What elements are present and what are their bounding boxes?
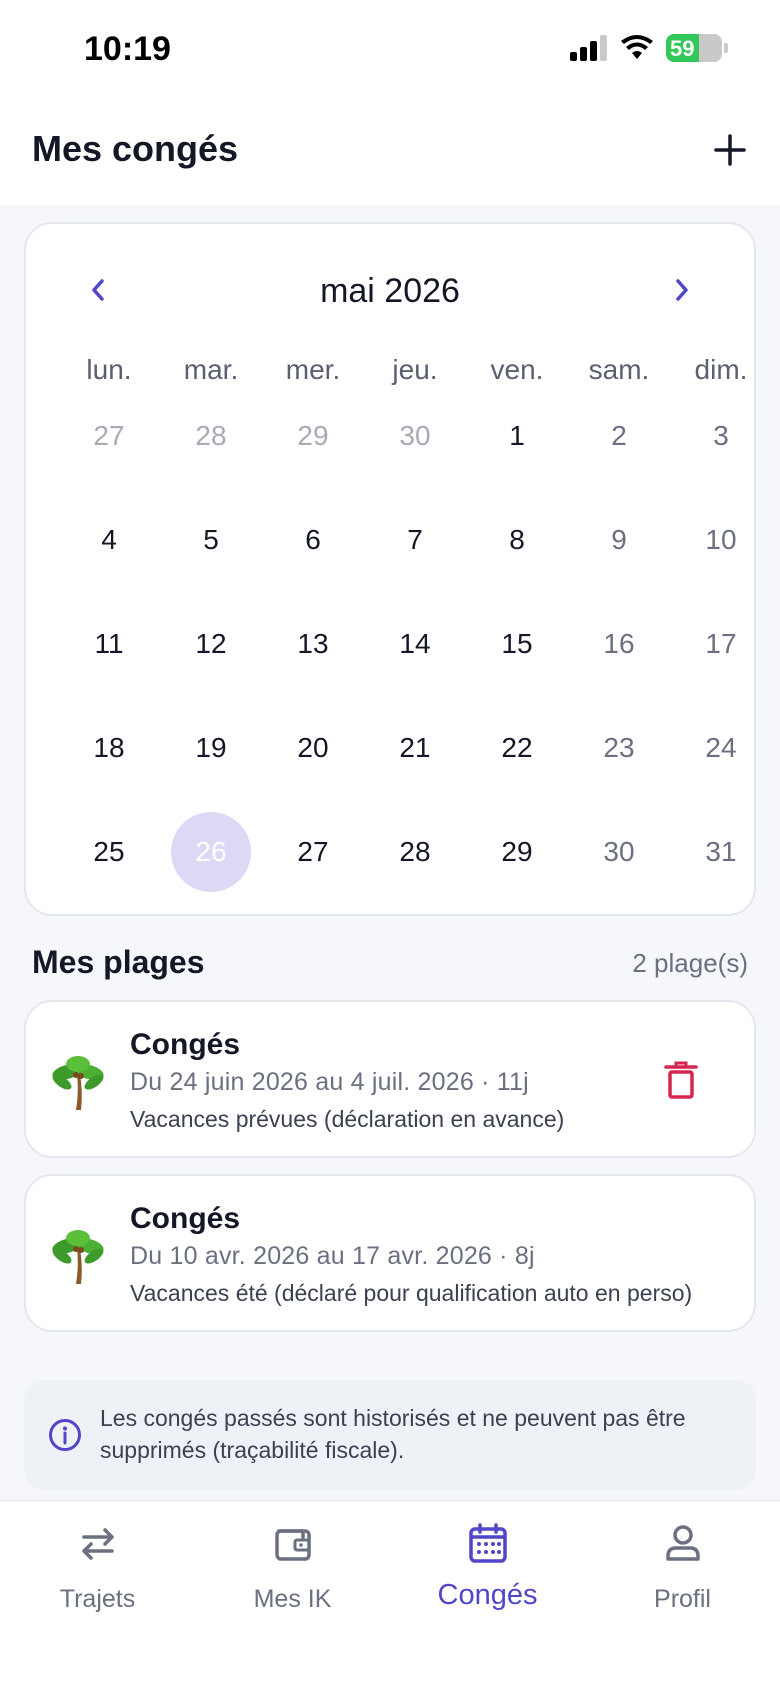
calendar-day[interactable]: 7: [375, 500, 455, 580]
leave-title: Congés: [130, 1028, 241, 1061]
leave-card[interactable]: Congés Du 24 juin 2026 au 4 juil. 2026 ·…: [24, 1000, 756, 1158]
leave-card[interactable]: Congés Du 10 avr. 2026 au 17 avr. 2026 ·…: [24, 1174, 756, 1332]
weekday-label: dim.: [694, 354, 748, 385]
weekday-label: jeu.: [392, 354, 438, 385]
calendar-day[interactable]: 30: [375, 396, 455, 476]
calendar-day[interactable]: 27: [273, 812, 353, 892]
calendar-day[interactable]: 31: [681, 812, 761, 892]
calendar-day[interactable]: 27: [69, 396, 149, 476]
calendar-day[interactable]: 19: [171, 708, 251, 788]
calendar-day[interactable]: 30: [579, 812, 659, 892]
calendar-day[interactable]: 1: [477, 396, 557, 476]
tab-mes-ik[interactable]: Mes IK: [195, 1521, 390, 1621]
tab-bar: Trajets Mes IK Congés Profil: [0, 1500, 780, 1688]
calendar-day[interactable]: 16: [579, 604, 659, 684]
page-title: Mes congés: [32, 128, 239, 169]
ranges-count: 2 plage(s): [632, 948, 748, 978]
calendar-day[interactable]: 18: [69, 708, 149, 788]
calendar-day[interactable]: 4: [69, 500, 149, 580]
battery-indicator: 59: [666, 34, 722, 62]
user-icon: [665, 1525, 700, 1561]
palm-tree-icon: [52, 1230, 104, 1284]
tab-label: Trajets: [59, 1585, 136, 1613]
calendar-day[interactable]: 22: [477, 708, 557, 788]
weekday-label: ven.: [490, 354, 544, 385]
calendar-day[interactable]: 3: [681, 396, 761, 476]
swap-arrows-icon: [81, 1528, 114, 1560]
calendar-day[interactable]: 29: [477, 812, 557, 892]
calendar-day[interactable]: 28: [171, 396, 251, 476]
calendar-day[interactable]: 6: [273, 500, 353, 580]
calendar-day[interactable]: 2: [579, 396, 659, 476]
calendar-day[interactable]: 5: [171, 500, 251, 580]
calendar-day[interactable]: 13: [273, 604, 353, 684]
tab-trajets[interactable]: Trajets: [0, 1521, 195, 1621]
tab-conges[interactable]: Congés: [390, 1521, 585, 1621]
tab-label: Profil: [654, 1585, 711, 1613]
info-banner: Les congés passés sont historisés et ne …: [24, 1380, 756, 1490]
signal-icon: [570, 35, 607, 61]
tab-label: Congés: [437, 1579, 538, 1611]
ranges-title: Mes plages: [32, 944, 205, 980]
calendar-day[interactable]: 26: [171, 812, 251, 892]
page-header: Mes congés: [0, 100, 780, 205]
calendar-day[interactable]: 24: [681, 708, 761, 788]
weekday-label: sam.: [588, 354, 650, 385]
battery-level: 59: [670, 36, 695, 61]
calendar-day[interactable]: 20: [273, 708, 353, 788]
status-time: 10:19: [84, 30, 171, 68]
tab-label: Mes IK: [253, 1585, 332, 1613]
leave-dates: Du 10 avr. 2026 au 17 avr. 2026 · 8j: [130, 1242, 535, 1270]
info-text: Les congés passés sont historisés et ne …: [100, 1405, 686, 1463]
calendar-day[interactable]: 14: [375, 604, 455, 684]
palm-tree-icon: [52, 1056, 104, 1110]
leave-note: Vacances été (déclaré pour qualification…: [130, 1280, 693, 1306]
wifi-icon: [621, 35, 653, 59]
trash-icon[interactable]: [664, 1060, 698, 1100]
tab-profil[interactable]: Profil: [585, 1521, 780, 1621]
calendar-day[interactable]: 10: [681, 500, 761, 580]
calendar-day[interactable]: 28: [375, 812, 455, 892]
calendar-card: mai 2026 lun. mar. mer. jeu. ven. sam. dim. 27…: [24, 222, 756, 916]
info-icon: [49, 1419, 81, 1451]
weekday-label: lun.: [86, 354, 132, 385]
add-button[interactable]: [710, 130, 750, 170]
leave-note: Vacances prévues (déclaration en avance): [130, 1106, 565, 1132]
leave-dates: Du 24 juin 2026 au 4 juil. 2026 · 11j: [130, 1068, 529, 1096]
calendar-day[interactable]: 12: [171, 604, 251, 684]
calendar-day[interactable]: 23: [579, 708, 659, 788]
calendar-day[interactable]: 25: [69, 812, 149, 892]
calendar-day[interactable]: 9: [579, 500, 659, 580]
battery-tip: [724, 43, 728, 53]
weekday-label: mar.: [183, 354, 239, 385]
calendar-day[interactable]: 21: [375, 708, 455, 788]
calendar-day[interactable]: 17: [681, 604, 761, 684]
leave-title: Congés: [130, 1202, 241, 1235]
calendar-month-title: mai 2026: [320, 272, 460, 310]
calendar-day[interactable]: 8: [477, 500, 557, 580]
calendar-day[interactable]: 15: [477, 604, 557, 684]
chevron-right-icon: [676, 279, 688, 301]
status-bar: 10:19 59: [0, 0, 780, 100]
status-indicators: 59: [570, 34, 728, 62]
weekday-label: mer.: [285, 354, 341, 385]
wallet-icon: [274, 1529, 311, 1561]
calendar-day[interactable]: 29: [273, 396, 353, 476]
next-month-button[interactable]: [662, 270, 702, 310]
calendar-day[interactable]: 11: [69, 604, 149, 684]
calendar-icon: [468, 1523, 507, 1563]
